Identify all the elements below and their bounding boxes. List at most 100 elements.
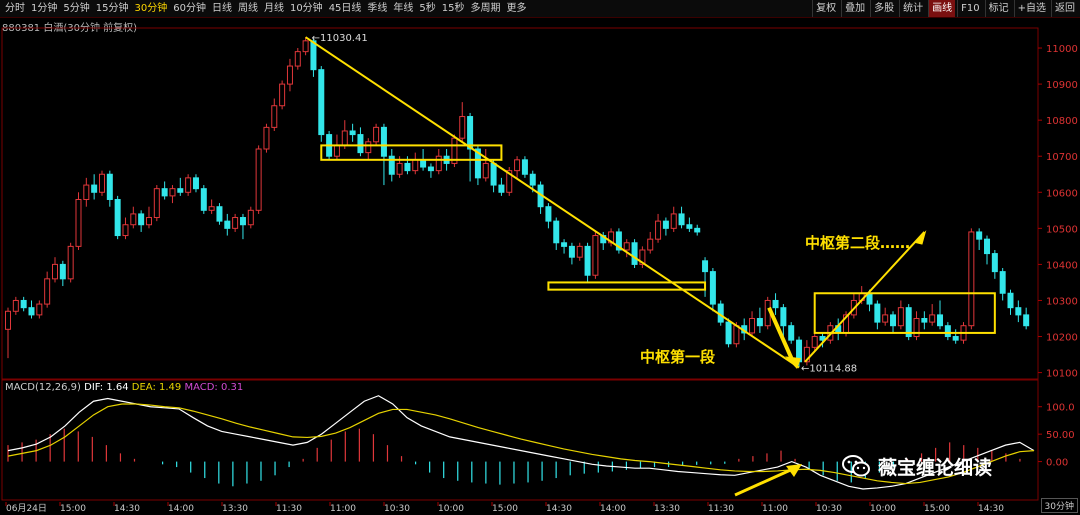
price-tick-label: 10800 — [1046, 116, 1078, 127]
period-badge[interactable]: 30分钟 — [1040, 498, 1078, 513]
candle-body — [811, 336, 818, 348]
wechat-icon — [842, 455, 870, 477]
candle-body — [623, 242, 630, 251]
watermark-text: 薇宝缠论细读 — [878, 456, 993, 479]
pivot-box-1 — [320, 144, 503, 161]
time-label: 14:30 — [114, 504, 140, 514]
macd-tick-label: 50.00 — [1046, 430, 1075, 441]
time-label: 11:30 — [276, 504, 302, 514]
candle-body — [318, 69, 325, 136]
candle-body — [122, 224, 129, 237]
time-label: 15:00 — [492, 504, 518, 514]
candle-body — [1023, 314, 1030, 327]
price-tick-label: 10200 — [1046, 333, 1078, 344]
candle-body — [631, 242, 638, 265]
candle-body — [890, 314, 897, 327]
candle-body — [921, 317, 928, 323]
candle-body — [514, 159, 521, 172]
candle-body — [412, 159, 419, 172]
watermark: 薇宝缠论细读 — [842, 451, 1052, 481]
time-label: 11:00 — [330, 504, 356, 514]
candle-body — [404, 162, 411, 172]
candle-body — [216, 206, 223, 222]
candle-body — [467, 116, 474, 150]
time-label: 15:00 — [924, 504, 950, 514]
candle-body — [59, 263, 66, 280]
candle-body — [897, 307, 904, 327]
candle-body — [772, 299, 779, 309]
candle-body — [192, 177, 199, 190]
candle-body — [647, 238, 654, 251]
candle-body — [106, 173, 113, 200]
candle-body — [185, 177, 192, 193]
candle-body — [482, 162, 489, 179]
candle-body — [373, 126, 380, 143]
candle-body — [874, 303, 881, 323]
candle-body — [937, 314, 944, 327]
candle-body — [161, 188, 168, 197]
candle-body — [36, 303, 43, 316]
candle-body — [396, 162, 403, 175]
down-trend-line — [305, 36, 800, 369]
candle-body — [333, 144, 340, 157]
time-label: 10:30 — [816, 504, 842, 514]
candle-body — [310, 40, 317, 71]
price-tick-label: 10900 — [1046, 80, 1078, 91]
candle-body — [662, 220, 669, 229]
candle-body — [114, 198, 121, 237]
time-label: 11:00 — [762, 504, 788, 514]
candle-body — [224, 220, 231, 229]
candle-body — [999, 271, 1006, 294]
time-label: 10:00 — [870, 504, 896, 514]
segment1-label: 中枢第一段 — [640, 348, 715, 366]
candle-body — [177, 188, 184, 193]
candlestick-chart[interactable]: 11000 10900 10800 10700 10600 10500 10400 10300… — [0, 0, 1080, 515]
candle-body — [561, 242, 568, 247]
price-tick-label: 10600 — [1046, 188, 1078, 199]
candle-body — [733, 325, 740, 345]
candle-body — [694, 227, 701, 233]
price-tick-label: 10700 — [1046, 152, 1078, 163]
candle-body — [952, 336, 959, 341]
candle-body — [357, 134, 364, 154]
candle-body — [263, 126, 270, 150]
candle-body — [341, 130, 348, 146]
candle-body — [655, 220, 662, 240]
candle-body — [138, 213, 145, 226]
pivot-box-3 — [813, 292, 996, 334]
candle-body — [98, 173, 105, 193]
candle-body — [568, 245, 575, 258]
candle-body — [44, 278, 51, 305]
candle-body — [145, 217, 152, 226]
candle-body — [12, 299, 19, 312]
macd-legend: MACD(12,26,9) DIF: 1.64 DEA: 1.49 MACD: … — [5, 382, 243, 393]
time-label: 13:30 — [654, 504, 680, 514]
candle-body — [279, 83, 286, 107]
macd-arrow-shaft — [734, 466, 796, 497]
candle-body — [756, 317, 763, 327]
candle-body — [459, 116, 466, 139]
candle-body — [545, 206, 552, 222]
candle-body — [349, 130, 356, 136]
candle-body — [991, 253, 998, 273]
candle-body — [239, 217, 246, 226]
candle-body — [153, 188, 160, 219]
candle-body — [702, 260, 709, 273]
candle-body — [944, 325, 951, 338]
time-label: 13:30 — [222, 504, 248, 514]
candle-body — [75, 198, 82, 247]
candle-body — [232, 217, 239, 229]
candle-body — [200, 188, 207, 211]
candle-body — [521, 159, 528, 175]
time-label: 14:30 — [546, 504, 572, 514]
candle-body — [1015, 307, 1022, 316]
candle-body — [780, 307, 787, 327]
price-tick-label: 11000 — [1046, 44, 1078, 55]
candle-body — [302, 40, 309, 53]
candle-body — [427, 166, 434, 172]
candle-body — [788, 325, 795, 341]
candle-body — [365, 141, 372, 154]
up-arrow-head — [914, 230, 927, 245]
candle-body — [976, 231, 983, 240]
candle-body — [380, 126, 387, 157]
